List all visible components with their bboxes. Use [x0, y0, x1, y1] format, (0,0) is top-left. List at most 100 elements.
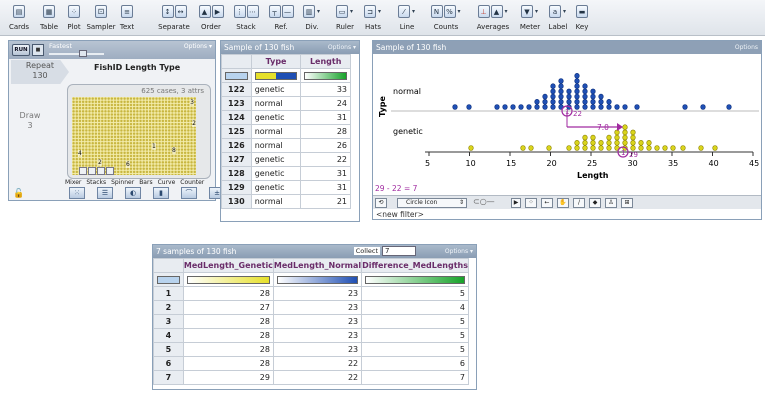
type-cell[interactable]: normal: [250, 124, 302, 139]
data-point[interactable]: [494, 104, 500, 110]
hats-tool[interactable]: ⊐ ▾ Hats: [362, 2, 384, 34]
select-tool-icon[interactable]: ←: [541, 198, 553, 208]
element-button[interactable]: [97, 167, 105, 175]
mixer-device-icon[interactable]: ⁙: [69, 187, 85, 199]
data-point[interactable]: [606, 134, 612, 141]
data-point[interactable]: [550, 88, 556, 95]
data-point[interactable]: [566, 93, 572, 100]
hand-tool-icon[interactable]: ✋: [557, 198, 569, 208]
data-point[interactable]: [574, 83, 580, 90]
cards-tool[interactable]: ▤ Cards: [4, 2, 34, 34]
data-point[interactable]: [534, 98, 540, 105]
data-point[interactable]: [528, 145, 534, 151]
data-point[interactable]: [550, 93, 556, 100]
table-row[interactable]: 125 normal 28: [221, 124, 351, 139]
data-point[interactable]: [712, 145, 718, 151]
normal-color-key[interactable]: [272, 272, 363, 287]
row-index[interactable]: 124: [221, 110, 252, 125]
data-point[interactable]: [606, 104, 612, 110]
data-point[interactable]: [566, 145, 572, 151]
data-point[interactable]: [574, 104, 580, 110]
collect-options-menu[interactable]: Options ▾: [445, 245, 473, 258]
stack-tool[interactable]: ⋮ ⋯ Stack: [230, 2, 262, 34]
row-index[interactable]: 7: [153, 370, 184, 385]
data-point[interactable]: [574, 72, 580, 79]
data-point[interactable]: [582, 104, 588, 110]
dot-plot[interactable]: Type normal genetic Length 5 10 15 20 25 30 35…: [373, 54, 761, 195]
data-point[interactable]: [590, 98, 596, 105]
data-point[interactable]: [638, 140, 644, 146]
length-cell[interactable]: 31: [300, 166, 351, 181]
difference-cell[interactable]: 5: [361, 342, 469, 357]
type-cell[interactable]: normal: [250, 138, 302, 153]
data-point[interactable]: [466, 104, 472, 110]
data-point[interactable]: [558, 93, 564, 100]
column-header-medlength-normal[interactable]: MedLength_Normal: [272, 258, 363, 273]
row-index[interactable]: 122: [221, 82, 252, 97]
sampler-title[interactable]: FishID Length Type: [94, 63, 180, 72]
type-cell[interactable]: genetic: [250, 180, 302, 195]
counts-tool[interactable]: N% ▾ Counts: [428, 2, 464, 34]
data-point[interactable]: [630, 145, 636, 151]
data-point[interactable]: [634, 104, 640, 110]
data-point[interactable]: [622, 104, 628, 110]
data-point[interactable]: [558, 88, 564, 95]
length-cell[interactable]: 28: [300, 124, 351, 139]
medlength-normal-cell[interactable]: 22: [272, 370, 363, 385]
data-point[interactable]: [582, 88, 588, 95]
data-point[interactable]: [598, 145, 604, 151]
sampler-tool[interactable]: ⚀ Sampler: [86, 2, 116, 34]
table-row[interactable]: 127 genetic 22: [221, 152, 351, 167]
remove-element-button[interactable]: [88, 167, 96, 175]
data-point[interactable]: [630, 140, 636, 146]
table-row[interactable]: 129 genetic 31: [221, 180, 351, 195]
row-index[interactable]: 4: [153, 328, 184, 343]
medlength-normal-cell[interactable]: 23: [272, 300, 363, 315]
table-row[interactable]: 1 28 23 5: [153, 286, 469, 301]
spinner-device-icon[interactable]: ◐: [125, 187, 141, 199]
row-index[interactable]: 125: [221, 124, 252, 139]
data-point[interactable]: [614, 140, 620, 146]
averages-tool[interactable]: ⊥ ▲ ▾ Averages: [472, 2, 514, 34]
data-point[interactable]: [590, 134, 596, 141]
column-header-type[interactable]: Type: [250, 54, 302, 69]
length-cell[interactable]: 31: [300, 180, 351, 195]
data-point[interactable]: [582, 83, 588, 90]
separate-tool[interactable]: ↕ ↔ Separate: [156, 2, 192, 34]
divider-tool[interactable]: ▥ ▾ Div.: [298, 2, 326, 34]
table-row[interactable]: 4 28 23 5: [153, 328, 469, 343]
row-index[interactable]: 2: [153, 300, 184, 315]
data-point[interactable]: [654, 145, 660, 151]
data-point[interactable]: [590, 93, 596, 100]
data-point[interactable]: [606, 145, 612, 151]
length-cell[interactable]: 24: [300, 96, 351, 111]
medlength-genetic-cell[interactable]: 28: [182, 286, 274, 301]
data-point[interactable]: [542, 104, 548, 110]
data-point[interactable]: [574, 140, 580, 146]
column-header-difference-medlengths[interactable]: Difference_MedLengths: [361, 258, 469, 273]
data-point[interactable]: [590, 145, 596, 151]
draw-box[interactable]: Draw 3: [15, 111, 45, 131]
row-index[interactable]: 3: [153, 314, 184, 329]
row-index[interactable]: 5: [153, 342, 184, 357]
data-point[interactable]: [590, 104, 596, 110]
data-point[interactable]: [550, 98, 556, 105]
data-point[interactable]: [622, 140, 628, 146]
data-point[interactable]: [558, 98, 564, 105]
bars-device-icon[interactable]: ▮: [153, 187, 169, 199]
icon-menu[interactable]: Circle Icon ⇕: [397, 198, 467, 208]
data-point[interactable]: [534, 104, 540, 110]
data-point[interactable]: [582, 93, 588, 100]
data-point[interactable]: [574, 145, 580, 151]
data-point[interactable]: [638, 145, 644, 151]
medlength-normal-cell[interactable]: 23: [272, 286, 363, 301]
column-header-length[interactable]: Length: [300, 54, 351, 69]
data-point[interactable]: [726, 104, 732, 110]
difference-cell[interactable]: 5: [361, 328, 469, 343]
data-point[interactable]: [452, 104, 458, 110]
data-point[interactable]: [670, 145, 676, 151]
ruler-tool[interactable]: ▭ ▾ Ruler: [330, 2, 360, 34]
table-tool[interactable]: ▦ Table: [36, 2, 62, 34]
new-filter-input[interactable]: <new filter>: [376, 210, 424, 219]
data-point[interactable]: [520, 145, 526, 151]
